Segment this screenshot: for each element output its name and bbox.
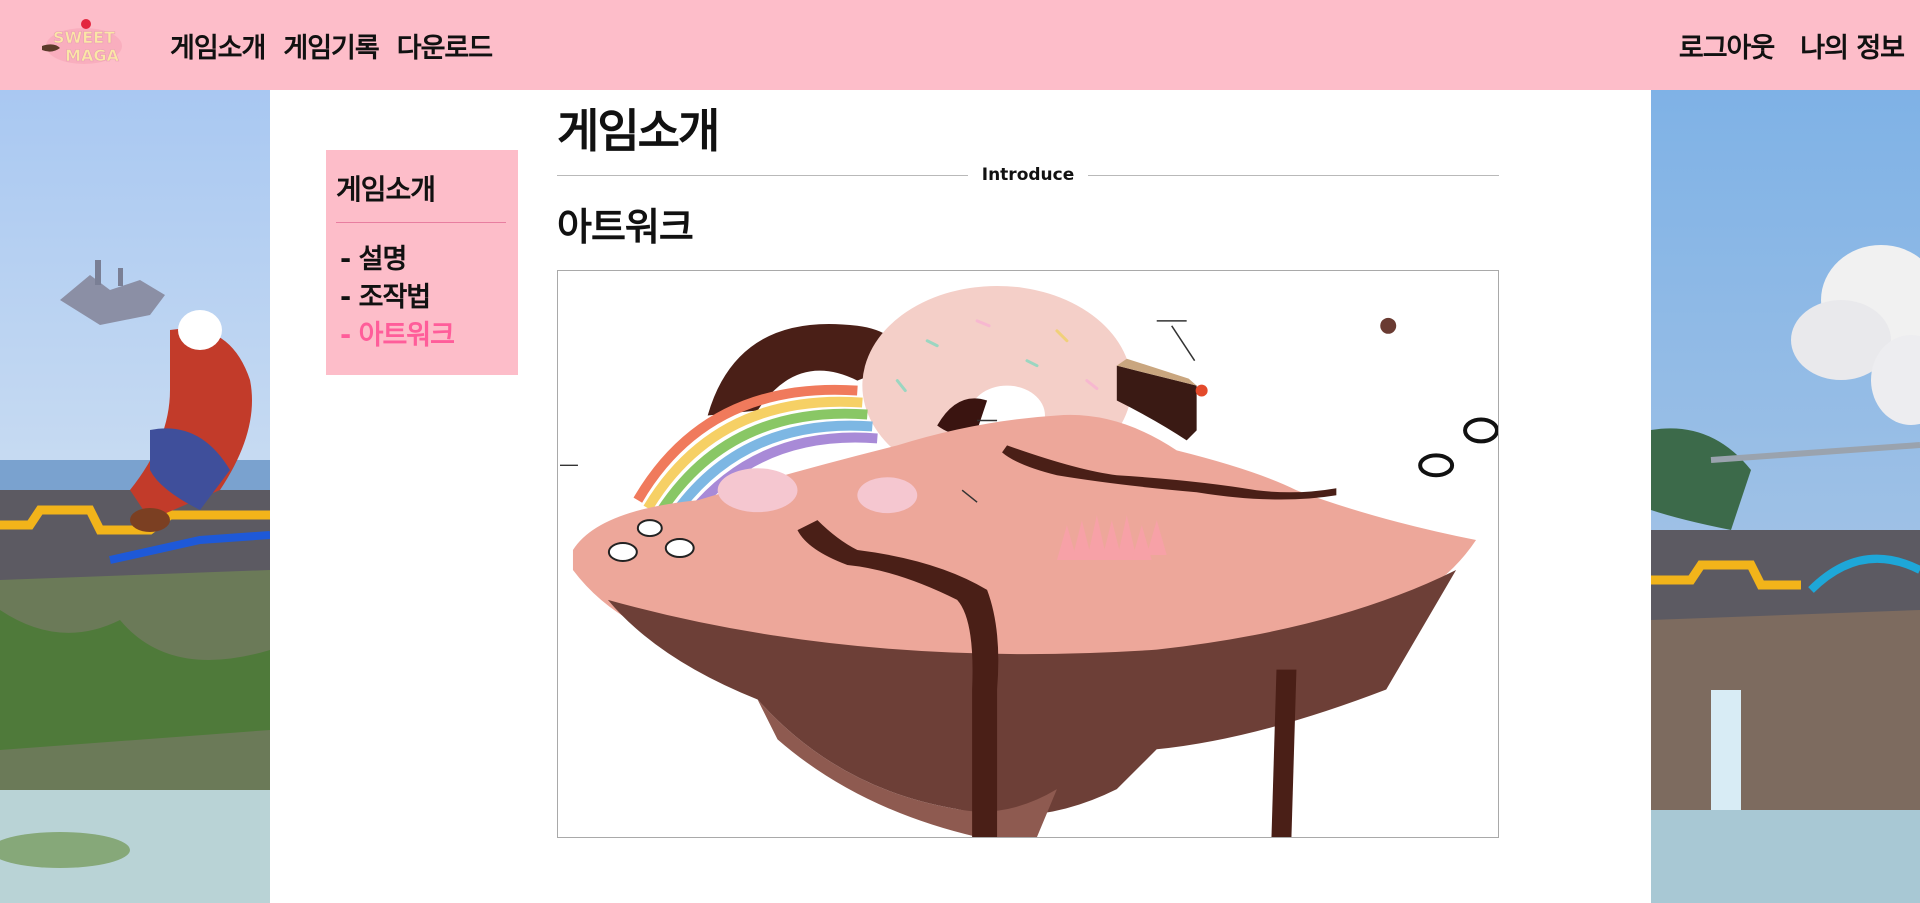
nav-game-intro[interactable]: 게임소개	[170, 26, 266, 65]
section-title: 아트워크	[557, 205, 694, 249]
svg-text:SWEET: SWEET	[53, 28, 115, 47]
svg-text:MAGA: MAGA	[65, 46, 119, 65]
sidebar-title: 게임소개	[336, 173, 436, 206]
sidebar-divider	[336, 222, 506, 223]
page-title: 게임소개	[557, 104, 720, 158]
sidebar-item-artwork[interactable]: - 아트워크	[336, 317, 508, 355]
background-scene-right	[1651, 90, 1920, 903]
divider-line-left	[557, 174, 968, 176]
sidebar: 게임소개 - 설명 - 조작법 - 아트워크	[326, 150, 518, 375]
site-logo[interactable]: SWEET MAGA	[36, 16, 132, 68]
user-nav: 로그아웃 나의 정보	[1679, 0, 1905, 90]
sidebar-item-description[interactable]: - 설명	[336, 241, 508, 279]
background-scene-left	[0, 90, 270, 903]
main-content: 게임소개 Introduce 아트워크	[557, 104, 1499, 838]
divider-line-right	[1088, 174, 1499, 176]
nav-game-records[interactable]: 게임기록	[283, 26, 379, 65]
my-info-link[interactable]: 나의 정보	[1800, 26, 1905, 65]
top-header: SWEET MAGA 게임소개 게임기록 다운로드 로그아웃 나의 정보	[0, 0, 1920, 90]
divider-label: Introduce	[981, 165, 1075, 185]
section-divider: Introduce	[557, 164, 1499, 186]
logout-link[interactable]: 로그아웃	[1679, 26, 1775, 65]
content-panel: 게임소개 - 설명 - 조작법 - 아트워크 게임소개 Introduce 아트…	[270, 90, 1651, 903]
main-nav: 게임소개 게임기록 다운로드	[170, 0, 493, 90]
artwork-image	[557, 270, 1499, 838]
nav-download[interactable]: 다운로드	[397, 26, 493, 65]
sidebar-item-controls[interactable]: - 조작법	[336, 279, 508, 317]
